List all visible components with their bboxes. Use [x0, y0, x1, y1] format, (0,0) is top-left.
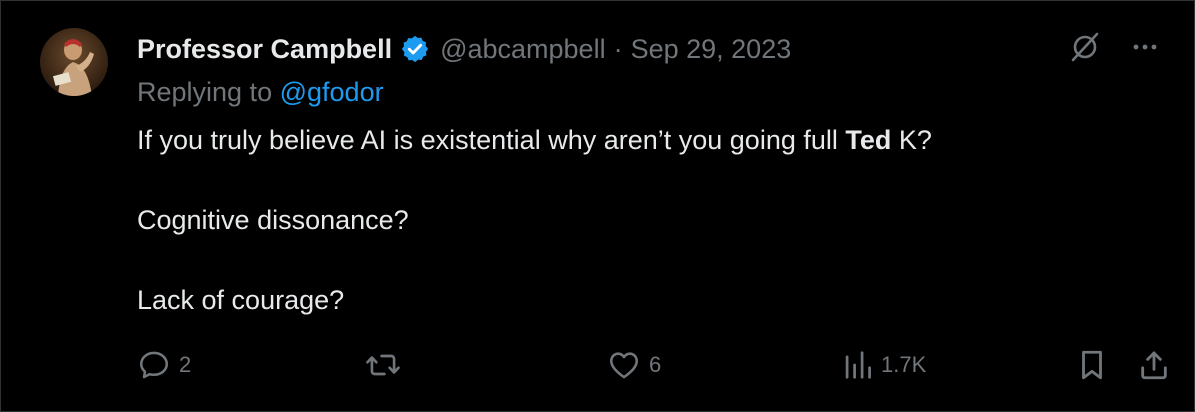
top-actions — [1068, 31, 1160, 67]
tweet-text-line-3: Lack of courage? — [137, 285, 345, 315]
retweet-button[interactable] — [365, 347, 409, 383]
text-bold-segment: Ted — [845, 125, 892, 155]
views-icon — [845, 351, 871, 379]
views-button[interactable]: 1.7K — [843, 347, 926, 383]
retweet-icon — [366, 354, 400, 376]
action-bar: 2 6 1.7K — [137, 347, 1168, 383]
reply-icon — [139, 351, 169, 379]
reply-button[interactable]: 2 — [137, 347, 191, 383]
text-segment: K? — [891, 125, 932, 155]
views-count: 1.7K — [881, 352, 927, 377]
tweet-text-line-2: Cognitive dissonance? — [137, 205, 409, 235]
like-count: 6 — [649, 352, 662, 377]
replying-to: Replying to @gfodor — [137, 77, 384, 108]
text-segment: If you truly believe AI is existential w… — [137, 125, 846, 155]
bookmark-icon — [1082, 350, 1102, 380]
bookmark-button[interactable] — [1077, 347, 1107, 383]
reply-mention-link[interactable]: @gfodor — [280, 77, 384, 107]
grok-icon[interactable] — [1068, 30, 1102, 69]
tweet-card[interactable]: Professor Campbell @abcampbell · Sep 29,… — [0, 0, 1195, 412]
share-icon — [1141, 351, 1167, 380]
share-button[interactable] — [1137, 347, 1171, 383]
avatar[interactable] — [40, 28, 108, 96]
more-icon[interactable] — [1130, 32, 1160, 67]
heart-icon — [609, 352, 639, 379]
reply-count: 2 — [179, 352, 192, 377]
author-name[interactable]: Professor Campbell — [137, 34, 392, 65]
author-handle[interactable]: @abcampbell — [440, 34, 606, 65]
like-button[interactable]: 6 — [607, 347, 661, 383]
verified-badge-icon[interactable] — [400, 34, 430, 64]
header-separator: · — [613, 33, 623, 64]
replying-to-label: Replying to — [137, 77, 273, 107]
tweet-text-line-1: If you truly believe AI is existential w… — [137, 125, 932, 156]
tweet-header: Professor Campbell @abcampbell · Sep 29,… — [137, 31, 791, 67]
tweet-date[interactable]: Sep 29, 2023 — [631, 34, 792, 65]
